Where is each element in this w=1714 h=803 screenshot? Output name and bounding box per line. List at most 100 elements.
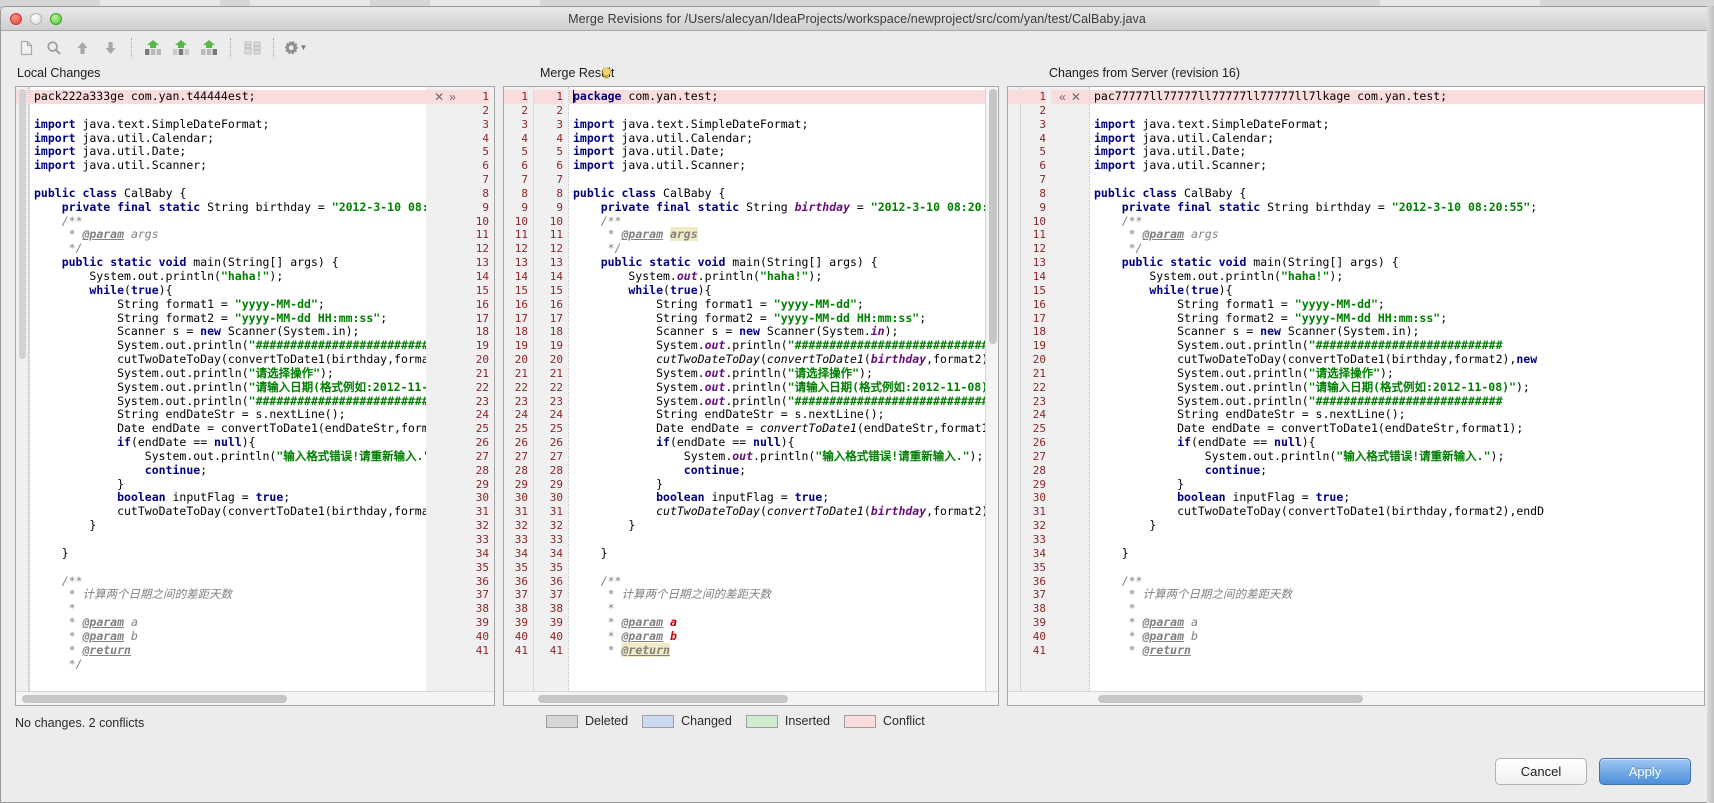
code-line: Scanner s = new Scanner(System.in); [573,324,899,339]
merge-vscroll-thumb[interactable] [989,89,997,344]
line-number: 39 [1032,616,1046,630]
text-caret [573,90,574,103]
code-line: } [573,476,664,491]
line-number: 6 [1039,159,1046,173]
line-number: 38 [475,602,489,616]
line-number: 41 [475,643,489,657]
line-number: 4 [1039,131,1046,145]
search-icon[interactable] [41,36,67,60]
code-line: System.out.println("请选择操作"); [573,365,873,380]
line-number: 4 [556,131,563,145]
line-number: 24 [475,408,489,422]
code-line: import java.util.Calendar; [1094,130,1275,145]
apply-both-icon[interactable] [168,36,194,60]
accept-right-icon[interactable]: « [1059,91,1066,103]
line-number: 22 [475,380,489,394]
right-diff-marker-strip[interactable] [1008,87,1021,691]
compare-icon[interactable] [239,36,265,60]
arrow-up-icon[interactable] [69,36,95,60]
code-line: if(endDate == null){ [1177,435,1316,450]
merge-code-area[interactable]: package com.yan.test; import java.text.S… [568,87,998,691]
zoom-window-button[interactable] [50,12,62,25]
line-number: 26 [1032,436,1046,450]
right-hscroll-thumb[interactable] [1098,695,1363,703]
line-number: 26 [549,436,563,450]
minimize-window-button[interactable] [30,12,42,25]
line-number: 18 [514,325,528,339]
line-number: 12 [1032,242,1046,256]
line-number: 32 [549,519,563,533]
merge-hscrollbar[interactable] [504,691,998,705]
line-number: 35 [549,560,563,574]
line-number: 23 [1032,394,1046,408]
pane-changes-from-server: 1 2 3 4 5 6 7 8 9 10 11 12 13 14 15 16 17 18 19 20 21 22 23 24 2… [1007,86,1705,706]
left-conflict-action-row[interactable]: ✕ » [426,90,464,104]
accept-left-icon[interactable]: » [449,91,456,103]
legend-item-changed: Changed [642,714,732,728]
ignore-change-icon[interactable]: ✕ [1071,91,1081,103]
code-line: */ [34,656,83,671]
right-code-area[interactable]: pac77777ll77777ll77777ll77777ll7lkage co… [1089,87,1704,691]
diff-legend: Deleted Changed Inserted Conflict [546,714,925,728]
code-line: System.out.println("####################… [573,338,998,353]
line-number: 19 [514,339,528,353]
code-line: continue; [683,462,747,477]
lightbulb-icon[interactable] [601,67,612,80]
line-number: 22 [549,380,563,394]
line-number: 26 [514,436,528,450]
line-number: 5 [482,145,489,159]
left-diff-marker-strip[interactable] [16,87,29,691]
line-number: 28 [514,463,528,477]
apply-left-icon[interactable] [140,36,166,60]
line-number: 12 [475,242,489,256]
code-line: import java.text.SimpleDateFormat; [1094,116,1330,131]
line-number: 25 [549,422,563,436]
arrow-down-icon[interactable] [97,36,123,60]
line-number: 25 [514,422,528,436]
code-line: /** [34,213,83,228]
code-line: String format2 = "yyyy-MM-dd HH:mm:ss"; [1094,310,1448,325]
copy-icon[interactable] [13,36,39,60]
code-line: * [1094,601,1136,616]
line-number: 41 [1032,643,1046,657]
line-number: 21 [475,366,489,380]
code-line: pack222a333ge com.yan.t44444est; [30,89,426,104]
apply-button[interactable]: Apply [1599,757,1691,785]
merge-hscroll-thumb[interactable] [538,695,788,703]
ignore-change-icon[interactable]: ✕ [434,91,444,103]
line-number: 9 [556,200,563,214]
code-line: System.out.println("输入格式错误!请重新输入."); [1094,448,1505,463]
line-number: 28 [475,463,489,477]
left-hscroll-thumb[interactable] [22,695,287,703]
line-number: 7 [556,173,563,187]
legend-item-inserted: Inserted [745,714,830,728]
code-line: Date endDate = convertToDate1(endDateStr… [34,421,426,436]
code-line: import java.util.Calendar; [573,130,754,145]
right-conflict-action-row[interactable]: « ✕ [1051,90,1089,104]
code-line: System.out.println("####################… [34,393,426,408]
gear-icon[interactable]: ▼ [282,36,308,60]
close-window-button[interactable] [10,12,22,25]
code-line: System.out.println("####################… [1094,338,1503,353]
line-number: 36 [475,574,489,588]
line-number: 6 [482,159,489,173]
code-line: * @param args [573,227,698,242]
title-bar: Merge Revisions for /Users/alecyan/IdeaP… [1,7,1713,31]
line-number: 12 [514,242,528,256]
legend-label: Deleted [585,714,629,728]
left-code-area[interactable]: pack222a333ge com.yan.t44444est; import … [29,87,426,691]
cancel-button[interactable]: Cancel [1495,757,1587,785]
apply-button-label: Apply [1628,763,1662,779]
apply-right-icon[interactable] [196,36,222,60]
right-hscrollbar[interactable] [1008,691,1704,705]
left-strip-thumb[interactable] [19,89,26,359]
merge-vscrollbar[interactable] [985,87,998,691]
line-number: 11 [475,228,489,242]
window-right-edge [1707,6,1714,803]
code-line: } [573,545,608,560]
code-line: while(true){ [89,282,173,297]
left-hscrollbar[interactable] [16,691,494,705]
